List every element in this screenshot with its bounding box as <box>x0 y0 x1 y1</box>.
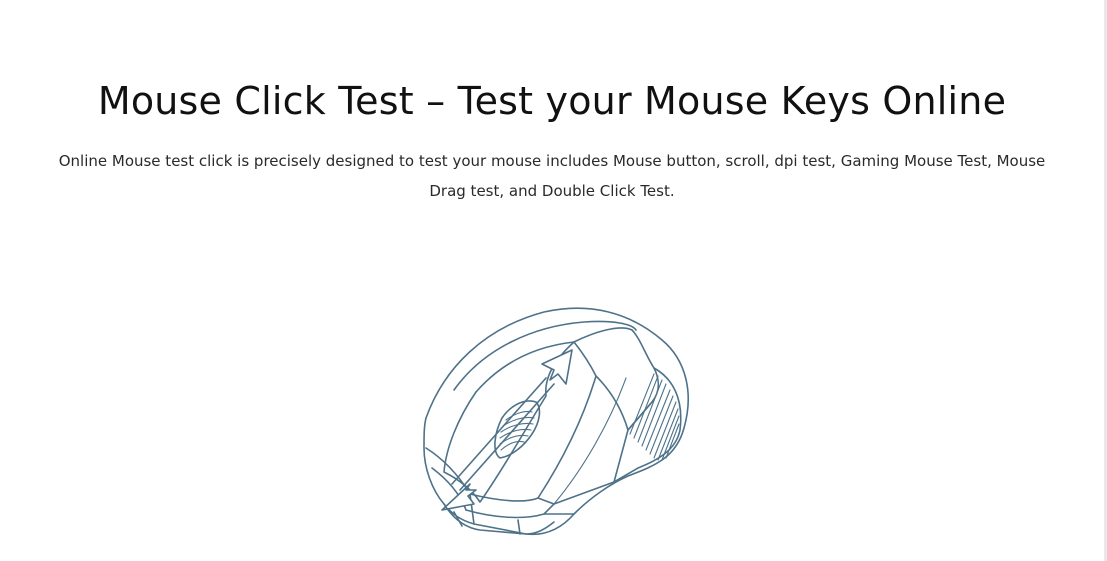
page: Mouse Click Test – Test your Mouse Keys … <box>0 0 1107 561</box>
computer-mouse-icon <box>423 307 690 536</box>
page-intro-text: Online Mouse test click is precisely des… <box>58 152 1046 200</box>
page-title: Mouse Click Test – Test your Mouse Keys … <box>97 79 1007 123</box>
mouse-test-area[interactable] <box>414 298 696 546</box>
